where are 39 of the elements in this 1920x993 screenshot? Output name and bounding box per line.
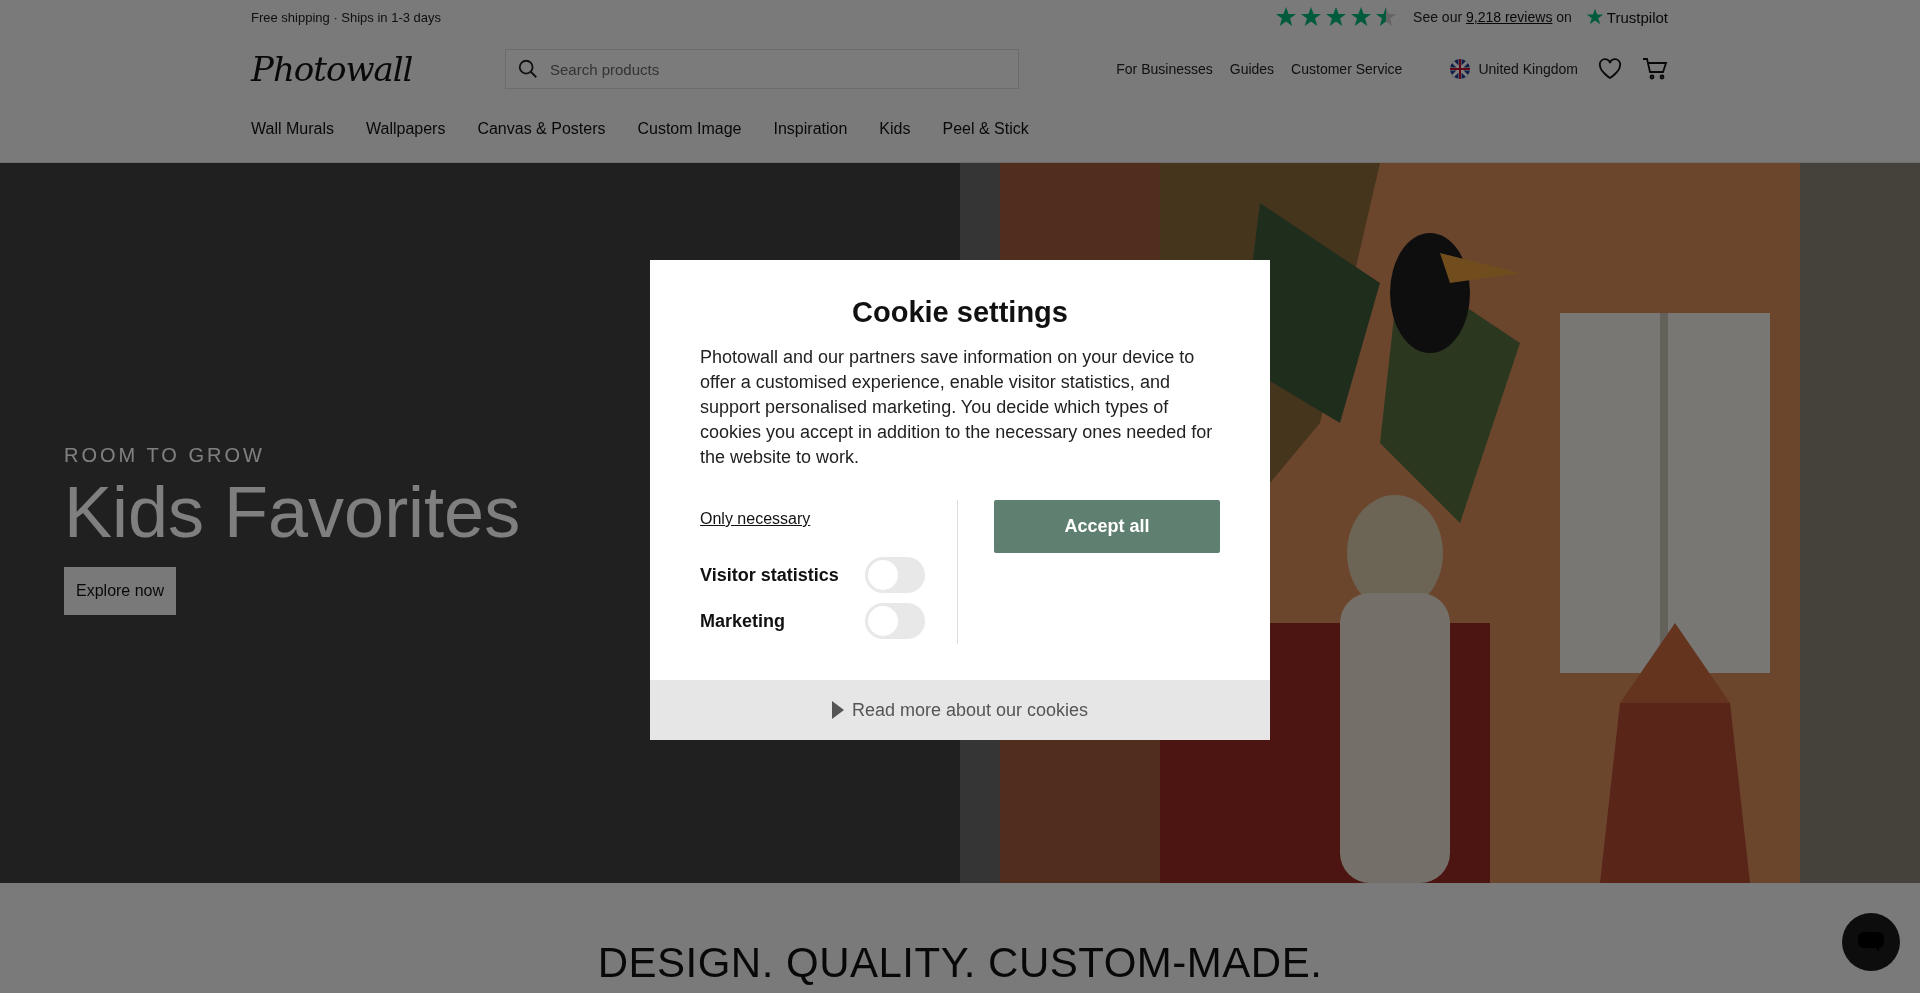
option-label: Visitor statistics — [700, 564, 839, 586]
accept-all-button[interactable]: Accept all — [994, 500, 1220, 553]
search-icon — [517, 58, 539, 80]
read-more-button[interactable]: Read more about our cookies — [650, 680, 1270, 740]
flag-icon — [1450, 59, 1471, 79]
hero-eyebrow: ROOM TO GROW — [64, 443, 265, 467]
reviews-link[interactable]: 9,218 reviews — [1466, 9, 1553, 25]
star-icon — [1300, 6, 1323, 28]
star-icon — [1375, 6, 1398, 28]
nav-link[interactable]: Peel & Stick — [942, 120, 1029, 138]
shipping-info: Free shipping · Ships in 1-3 days — [251, 9, 442, 25]
brand-name: Trustpilot — [1606, 8, 1668, 26]
cart-icon[interactable] — [1642, 57, 1668, 81]
dialog-title: Cookie settings — [851, 296, 1069, 329]
header-link[interactable]: For Businesses — [1116, 61, 1213, 77]
nav-link[interactable]: Kids — [879, 120, 911, 138]
region-selector[interactable]: United Kingdom — [1450, 59, 1578, 79]
logo-star-icon — [1585, 8, 1604, 26]
section-heading: DESIGN. QUALITY. CUSTOM-MADE. — [597, 939, 1323, 987]
option-label: Marketing — [700, 610, 786, 632]
nav-link[interactable]: Canvas & Posters — [477, 120, 606, 138]
reviews-text: See our 9,218 reviews on — [1413, 9, 1572, 25]
nav-link[interactable]: Custom Image — [637, 120, 742, 138]
star-icon — [1325, 6, 1348, 28]
dialog-text: Photowall and our partners save information on your device to offer a customised experience, enable visitor statistics, and support personalised marketing. You decide which types of cookies you accept in addition to the necessary ones needed for the website to work. — [700, 346, 1214, 469]
header-link[interactable]: Guides — [1229, 61, 1275, 77]
wishlist-heart-icon[interactable] — [1598, 58, 1622, 80]
hero-title: Kids Favorites — [64, 470, 521, 553]
explore-button[interactable]: Explore now — [64, 566, 177, 615]
nav-link[interactable]: Inspiration — [773, 120, 848, 138]
nav-link[interactable]: Wall Murals — [251, 120, 334, 138]
nav-link[interactable]: Wallpapers — [365, 120, 446, 138]
star-icon — [1275, 6, 1298, 28]
star-icon — [1350, 6, 1373, 28]
only-necessary-link[interactable]: Only necessary — [700, 510, 811, 528]
search-field[interactable]: Search products — [505, 49, 1019, 89]
logo[interactable]: Photowall — [251, 49, 505, 89]
play-triangle-icon — [831, 701, 844, 719]
header-link[interactable]: Customer Service — [1291, 61, 1403, 77]
